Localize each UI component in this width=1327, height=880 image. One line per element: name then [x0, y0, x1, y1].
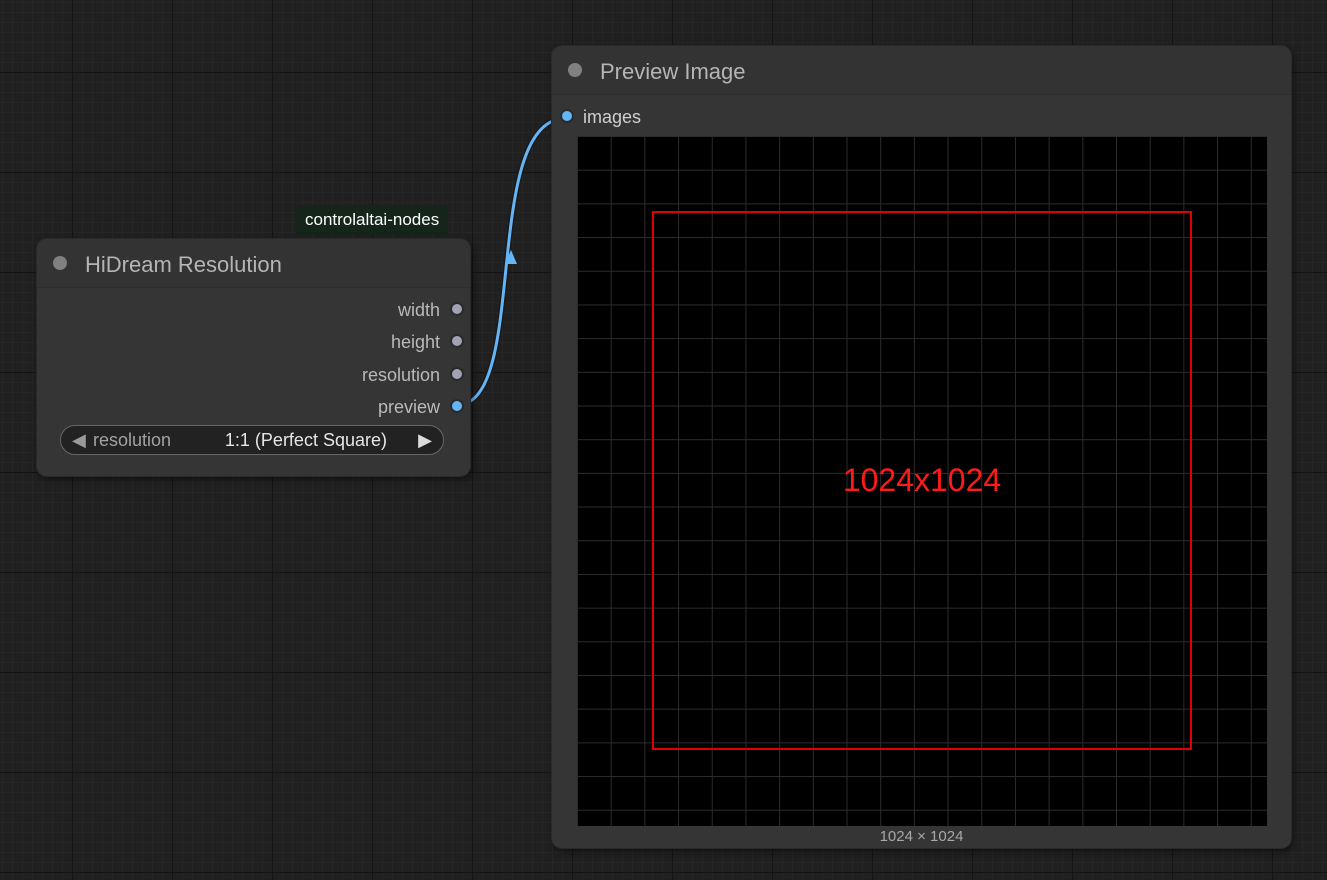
collapse-dot-icon[interactable]	[568, 63, 582, 77]
resolution-image-label: 1024x1024	[842, 462, 1002, 498]
output-slot-preview[interactable]: preview	[270, 396, 470, 420]
decrement-arrow-icon[interactable]: ◀	[72, 430, 86, 451]
input-slot-label: images	[583, 107, 642, 127]
output-slot-width[interactable]: width	[270, 299, 470, 323]
slot-circle-icon[interactable]	[562, 111, 572, 121]
image-dimensions-text: 1024 × 1024	[879, 828, 964, 845]
slot-circle-icon[interactable]	[452, 369, 462, 379]
link-preview-to-images-stroke	[456, 116, 567, 407]
output-slot-label: preview	[377, 397, 440, 417]
increment-arrow-icon[interactable]: ▶	[418, 430, 432, 451]
link-preview-to-images[interactable]	[456, 115, 567, 408]
hidream-resolution-node[interactable]: HiDream Resolution width height resoluti…	[37, 239, 470, 476]
preview-image[interactable]: 1024x1024	[577, 136, 1267, 826]
output-slot-label: width	[397, 300, 440, 320]
output-slot-label: height	[390, 332, 440, 352]
node-source-badge: controlaltai-nodes	[296, 205, 449, 235]
output-slot-label: resolution	[361, 365, 440, 385]
collapse-dot-icon[interactable]	[53, 256, 67, 270]
widget-name: resolution	[93, 430, 172, 450]
widget-value[interactable]: 1:1 (Perfect Square)	[225, 430, 387, 451]
output-slot-height[interactable]: height	[270, 331, 470, 355]
resolution-combo-widget[interactable]: ◀ resolution 1:1 (Perfect Square) ▶	[60, 425, 444, 455]
node-title-bar[interactable]: Preview Image	[552, 46, 1291, 95]
node-title-bar[interactable]: HiDream Resolution	[37, 239, 470, 288]
output-slot-resolution[interactable]: resolution	[270, 364, 470, 388]
link-direction-arrow-icon	[505, 250, 517, 264]
slot-circle-icon[interactable]	[452, 336, 462, 346]
node-title: HiDream Resolution	[85, 252, 282, 277]
input-slot-images[interactable]: images	[552, 106, 752, 130]
slot-circle-icon[interactable]	[452, 401, 462, 411]
slot-circle-icon[interactable]	[452, 304, 462, 314]
preview-image-node[interactable]: Preview Image images 1024x1024 1024 × 10…	[552, 46, 1291, 848]
node-title: Preview Image	[600, 59, 746, 84]
